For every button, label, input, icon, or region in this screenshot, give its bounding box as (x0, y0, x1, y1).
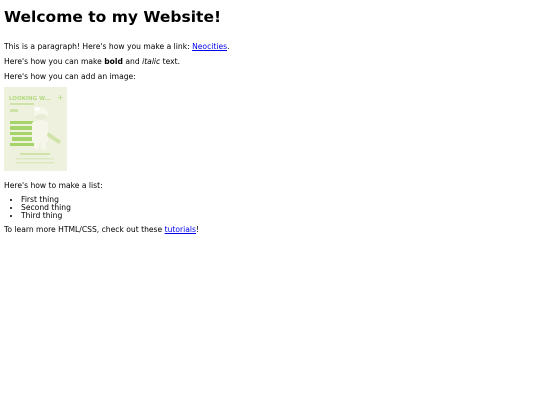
italic-text: italic (142, 57, 161, 66)
intro-text: This is a paragraph! Here's how you make… (4, 42, 193, 51)
svg-text:+: + (57, 93, 64, 102)
list-item: Third thing (21, 212, 536, 220)
example-list: First thing Second thing Third thing (4, 196, 536, 220)
list-intro-paragraph: Here's how to make a list: (4, 181, 103, 190)
tutorial-paragraph: To learn more HTML/CSS, check out these … (4, 224, 536, 235)
tutorials-link[interactable]: tutorials (165, 225, 196, 234)
image-intro-paragraph: Here's how you can add an image: (4, 72, 136, 81)
bold-text: bold (104, 57, 123, 66)
image-poster-title: LOOKING W... (9, 96, 51, 102)
formatting-tail: text. (160, 57, 181, 66)
tutorial-exclamation: ! (195, 225, 200, 234)
list-item: Second thing (21, 204, 536, 212)
intro-period: . (227, 42, 230, 51)
formatting-text: Here's how you can make (4, 57, 105, 66)
intro-paragraph: This is a paragraph! Here's how you make… (4, 41, 536, 52)
formatting-and: and (122, 57, 143, 66)
page-title: Welcome to my Website! (4, 8, 222, 26)
page-content: Welcome to my Website! This is a paragra… (0, 0, 540, 235)
example-image: LOOKING W... + (4, 87, 67, 171)
tutorial-text: To learn more HTML/CSS, check out these (4, 225, 165, 234)
neocities-link[interactable]: Neocities (192, 42, 227, 51)
formatting-paragraph: Here's how you can make bold and italic … (4, 56, 536, 67)
list-item: First thing (21, 196, 536, 204)
